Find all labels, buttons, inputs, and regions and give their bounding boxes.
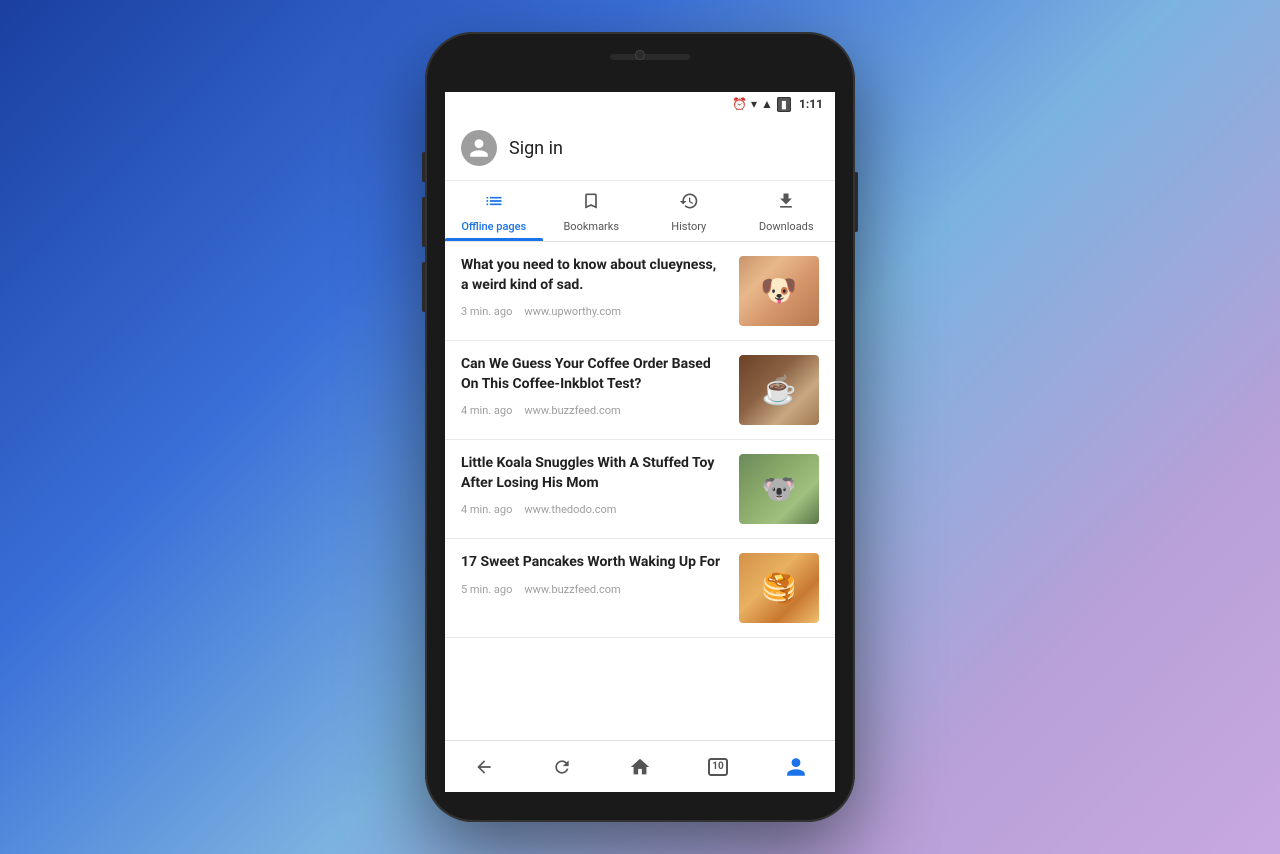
phone-camera [635,50,645,60]
article-thumbnail [739,355,819,425]
tab-offline-pages[interactable]: Offline pages [445,181,543,241]
article-title: 17 Sweet Pancakes Worth Waking Up For [461,553,727,573]
tab-history-label: History [671,220,706,233]
articles-list: What you need to know about clueyness, a… [445,242,835,740]
article-thumbnail [739,553,819,623]
thumbnail-koala [739,454,819,524]
article-content: Little Koala Snuggles With A Stuffed Toy… [461,454,727,516]
thumbnail-dog [739,256,819,326]
article-title: What you need to know about clueyness, a… [461,256,727,295]
tabs-button[interactable]: 10 [696,745,740,789]
article-title: Little Koala Snuggles With A Stuffed Toy… [461,454,727,493]
article-source: www.buzzfeed.com [524,404,620,417]
article-time: 4 min. ago [461,404,512,417]
bottom-nav: 10 [445,740,835,792]
article-thumbnail [739,454,819,524]
article-title: Can We Guess Your Coffee Order Based On … [461,355,727,394]
alarm-icon: ⏰ [732,97,747,111]
signal-icon: ▲ [761,97,773,111]
article-time: 3 min. ago [461,305,512,318]
tab-downloads[interactable]: Downloads [738,181,836,241]
home-button[interactable] [618,745,662,789]
phone-screen: ⏰ ▾ ▲ ▮ 1:11 Sign in [445,92,835,792]
list-item[interactable]: What you need to know about clueyness, a… [445,242,835,341]
list-item[interactable]: Can We Guess Your Coffee Order Based On … [445,341,835,440]
article-source: www.thedodo.com [524,503,616,516]
article-thumbnail [739,256,819,326]
status-bar: ⏰ ▾ ▲ ▮ 1:11 [445,92,835,116]
tab-bookmarks-label: Bookmarks [563,220,619,233]
bookmarks-icon [581,191,601,216]
article-meta: 3 min. ago www.upworthy.com [461,305,727,318]
status-icons: ⏰ ▾ ▲ ▮ 1:11 [732,97,823,112]
phone-shell: ⏰ ▾ ▲ ▮ 1:11 Sign in [425,32,855,822]
tabs-count-box: 10 [708,758,728,776]
app-header: Sign in [445,116,835,181]
phone-btn-left1 [422,152,425,182]
article-meta: 5 min. ago www.buzzfeed.com [461,583,727,596]
article-meta: 4 min. ago www.buzzfeed.com [461,404,727,417]
article-time: 4 min. ago [461,503,512,516]
article-source: www.buzzfeed.com [524,583,620,596]
phone-btn-left2 [422,197,425,247]
article-meta: 4 min. ago www.thedodo.com [461,503,727,516]
wifi-icon: ▾ [751,97,757,111]
tab-history[interactable]: History [640,181,738,241]
avatar[interactable] [461,130,497,166]
sign-in-label[interactable]: Sign in [509,138,563,159]
profile-button[interactable] [774,745,818,789]
list-item[interactable]: Little Koala Snuggles With A Stuffed Toy… [445,440,835,539]
article-source: www.upworthy.com [524,305,621,318]
tab-bookmarks[interactable]: Bookmarks [543,181,641,241]
article-time: 5 min. ago [461,583,512,596]
phone-btn-left3 [422,262,425,312]
back-button[interactable] [462,745,506,789]
phone-speaker [610,54,690,60]
downloads-icon [776,191,796,216]
app-content: Sign in Offline pages [445,116,835,792]
refresh-button[interactable] [540,745,584,789]
tab-downloads-label: Downloads [759,220,814,233]
tab-bar: Offline pages Bookmarks [445,181,835,242]
article-content: Can We Guess Your Coffee Order Based On … [461,355,727,417]
tab-offline-label: Offline pages [461,220,526,233]
list-item[interactable]: 17 Sweet Pancakes Worth Waking Up For 5 … [445,539,835,638]
status-time: 1:11 [799,97,823,111]
article-content: What you need to know about clueyness, a… [461,256,727,318]
thumbnail-coffee [739,355,819,425]
battery-icon: ▮ [777,97,791,112]
history-icon [679,191,699,216]
offline-pages-icon [484,191,504,216]
thumbnail-pancakes [739,553,819,623]
phone-btn-right [855,172,858,232]
article-content: 17 Sweet Pancakes Worth Waking Up For 5 … [461,553,727,596]
